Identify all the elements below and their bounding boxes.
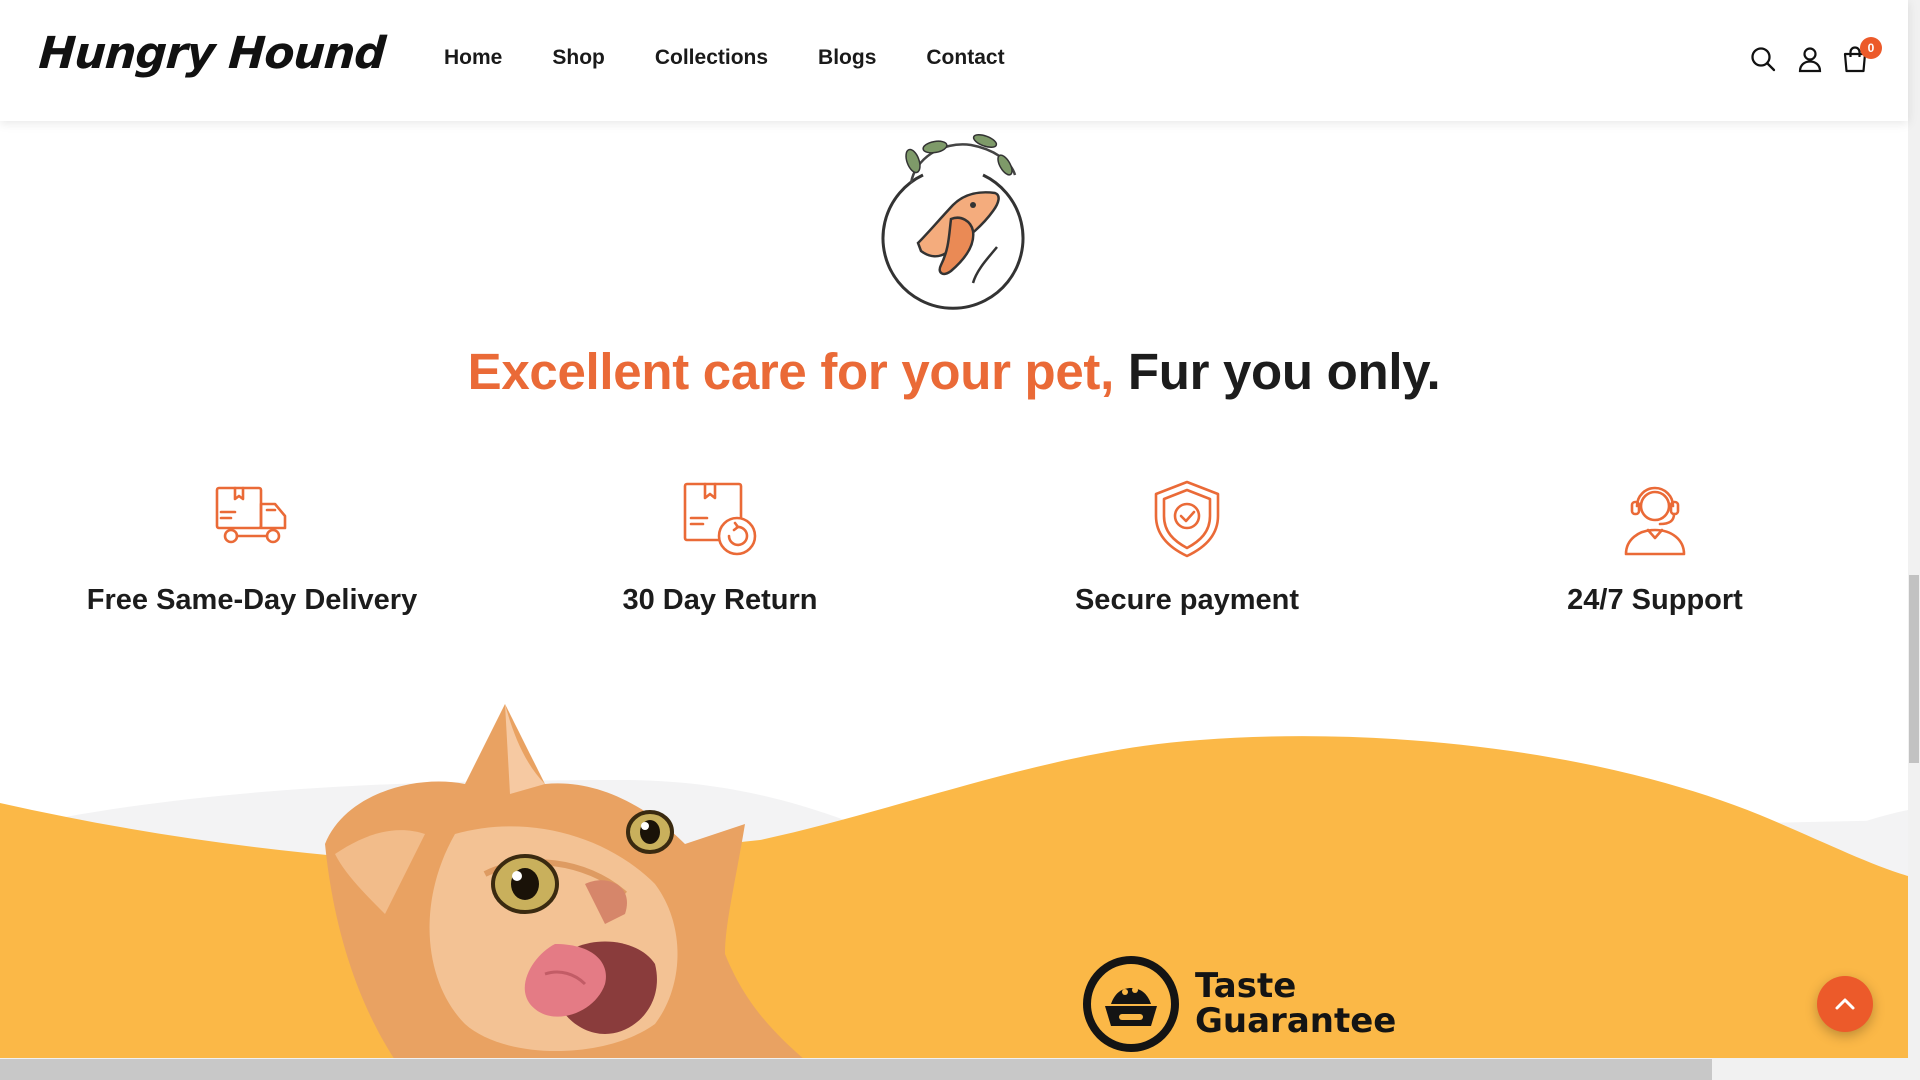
feature-delivery: Free Same-Day Delivery (18, 478, 486, 617)
vertical-scrollbar[interactable] (1908, 0, 1920, 1080)
tagline-rest: Fur you only. (1127, 343, 1441, 400)
user-icon[interactable] (1795, 44, 1825, 74)
feature-support: 24/7 Support (1421, 478, 1889, 617)
nav-home[interactable]: Home (444, 46, 502, 70)
horizontal-scrollbar-thumb[interactable] (0, 1059, 1712, 1080)
back-to-top-button[interactable] (1817, 976, 1873, 1032)
search-icon[interactable] (1748, 44, 1778, 74)
taste-line2: Guarantee (1195, 1001, 1397, 1041)
taste-guarantee: Taste Guarantee (1083, 956, 1396, 1052)
feature-label: Free Same-Day Delivery (86, 584, 418, 616)
vertical-scrollbar-thumb[interactable] (1909, 575, 1919, 763)
site-logo[interactable]: Hungry Hound (37, 28, 386, 79)
taste-line1: Taste (1195, 965, 1297, 1006)
cart-count-badge: 0 (1860, 37, 1882, 59)
nav-shop[interactable]: Shop (552, 46, 605, 70)
feature-label: 30 Day Return (622, 584, 818, 616)
nav-blogs[interactable]: Blogs (818, 46, 876, 70)
hero-tagline: Excellent care for your pet, Fur you onl… (0, 342, 1908, 401)
feature-return: 30 Day Return (486, 478, 954, 617)
nav-contact[interactable]: Contact (926, 46, 1004, 70)
shield-check-icon (1154, 480, 1220, 558)
dog-emblem-icon (881, 134, 1025, 310)
tagline-accent: Excellent care for your pet, (467, 343, 1115, 400)
main-nav: Home Shop Collections Blogs Contact (444, 46, 1005, 70)
feature-label: 24/7 Support (1567, 584, 1743, 616)
feature-secure: Secure payment (953, 478, 1421, 617)
wave-background (0, 736, 1908, 1060)
nav-collections[interactable]: Collections (655, 46, 768, 70)
cat-image (325, 704, 805, 1060)
food-bowl-icon (1083, 956, 1179, 1052)
site-header: Hungry Hound Home Shop Collections Blogs… (0, 0, 1908, 121)
feature-label: Secure payment (1074, 584, 1300, 616)
taste-text: Taste Guarantee (1195, 965, 1397, 1041)
chevron-up-icon (1835, 998, 1855, 1010)
delivery-truck-icon (215, 486, 287, 544)
support-agent-icon (1624, 486, 1686, 556)
return-box-icon (683, 482, 757, 556)
